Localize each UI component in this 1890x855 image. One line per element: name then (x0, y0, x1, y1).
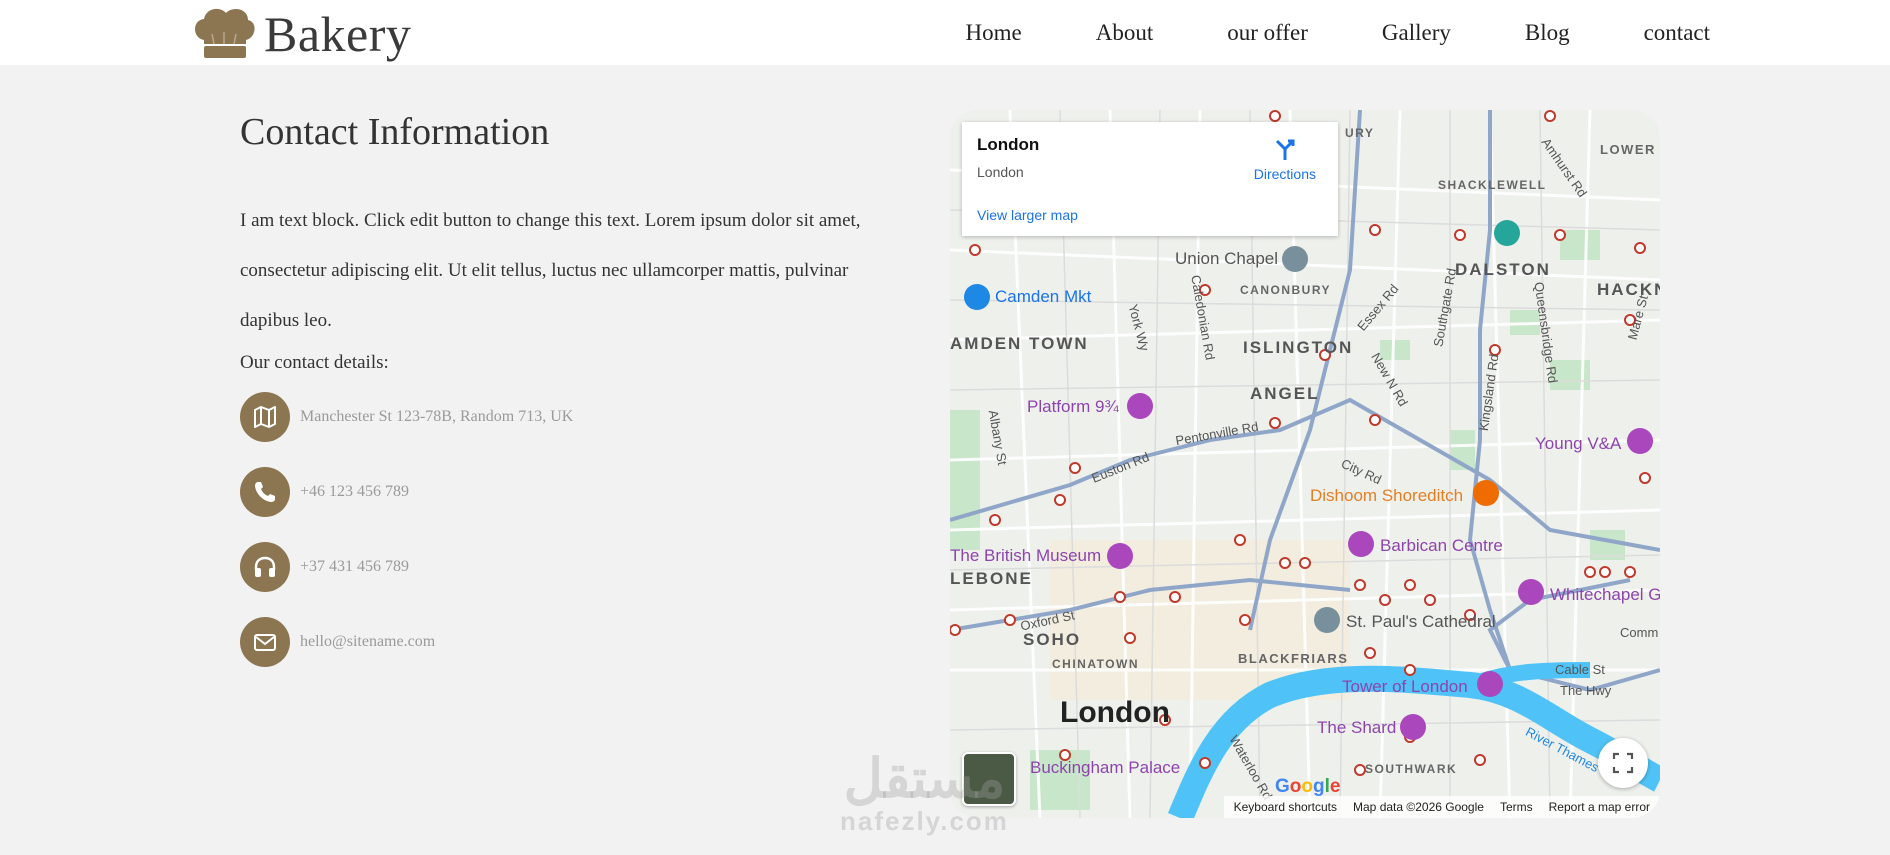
nav-contact[interactable]: contact (1644, 20, 1710, 46)
map-label-the-shard[interactable]: The Shard (1317, 718, 1396, 738)
main-nav: Home About our offer Gallery Blog contac… (965, 0, 1710, 65)
contact-phone-row: +46 123 456 789 (240, 466, 920, 517)
map-label-the-hwy: The Hwy (1560, 683, 1612, 698)
nav-about[interactable]: About (1096, 20, 1154, 46)
map-label-dalston: DALSTON (1455, 260, 1551, 279)
map-label-southwark: SOUTHWARK (1365, 762, 1458, 776)
map-fullscreen-button[interactable] (1598, 738, 1648, 788)
google-logo: Google (1275, 776, 1341, 797)
nav-home[interactable]: Home (965, 20, 1021, 46)
map-label-canonbury: CANONBURY (1240, 283, 1332, 297)
icon-circle (240, 466, 290, 517)
map-info-card: London London View larger map Directions (962, 122, 1338, 236)
contact-section: Contact Information I am text block. Cli… (240, 110, 920, 667)
map-label-soho: SOHO (1023, 630, 1082, 649)
map-label-tower-of-london[interactable]: Tower of London (1342, 677, 1468, 697)
contact-phone: +46 123 456 789 (300, 482, 410, 500)
brand-name: Bakery (264, 5, 412, 62)
map-label-barbican[interactable]: Barbican Centre (1380, 536, 1503, 556)
map-satellite-toggle[interactable] (962, 752, 1016, 806)
icon-circle (240, 541, 290, 592)
icon-circle (240, 616, 290, 667)
map-label-shacklewell: SHACKLEWELL (1438, 178, 1547, 192)
directions-label: Directions (1253, 166, 1316, 182)
map-place-title: London (977, 135, 1040, 154)
map-label-platform[interactable]: Platform 9¾ (1027, 397, 1119, 417)
map-label-chinatown: CHINATOWN (1052, 657, 1140, 671)
nav-blog[interactable]: Blog (1525, 20, 1570, 46)
site-header: Bakery Home About our offer Gallery Blog… (0, 0, 1890, 65)
map-label-islington: ISLINGTON (1243, 338, 1354, 357)
chef-hat-icon (195, 8, 255, 58)
map-label-whitechapel[interactable]: Whitechapel G (1550, 585, 1660, 605)
nav-gallery[interactable]: Gallery (1382, 20, 1451, 46)
map-label-angel: ANGEL (1250, 384, 1320, 403)
map-label-blackfriars: BLACKFRIARS (1238, 651, 1349, 666)
map-label-dishoom[interactable]: Dishoom Shoreditch (1310, 486, 1463, 506)
map-label-london: London (1060, 696, 1170, 729)
headphones-icon (254, 556, 276, 577)
view-larger-map-link[interactable]: View larger map (977, 207, 1078, 223)
terms-link[interactable]: Terms (1500, 800, 1533, 814)
directions-icon (1275, 139, 1295, 160)
map-label-british-museum[interactable]: The British Museum (950, 546, 1101, 566)
map-label-cable-st: Cable St (1555, 662, 1605, 677)
contact-details-list: Manchester St 123-78B, Random 713, UK +4… (240, 391, 920, 667)
map-place-subtitle: London (977, 164, 1024, 180)
map-label-marylebone: LEBONE (950, 569, 1033, 588)
nav-our-offer[interactable]: our offer (1227, 20, 1308, 46)
contact-support-row: +37 431 456 789 (240, 541, 920, 592)
icon-circle (240, 391, 290, 442)
contact-phone-2: +37 431 456 789 (300, 557, 410, 575)
envelope-icon (254, 633, 276, 651)
map-label-buckingham[interactable]: Buckingham Palace (1030, 758, 1180, 778)
keyboard-shortcuts-link[interactable]: Keyboard shortcuts (1234, 800, 1337, 814)
map-footer: Keyboard shortcuts Map data ©2026 Google… (1223, 796, 1660, 818)
contact-paragraph: I am text block. Click edit button to ch… (240, 209, 861, 331)
embedded-map[interactable]: Union Chapel Camden Mkt DALSTON HACKN AM… (950, 110, 1660, 818)
map-label-young-va[interactable]: Young V&A (1535, 434, 1621, 454)
fullscreen-icon (1612, 752, 1634, 774)
map-label-union-chapel[interactable]: Union Chapel (1175, 249, 1278, 269)
phone-icon (255, 481, 275, 502)
map-label-camden-town: AMDEN TOWN (950, 334, 1089, 353)
map-icon (254, 405, 276, 428)
map-label-camden-mkt[interactable]: Camden Mkt (995, 287, 1091, 307)
contact-email: hello@sitename.com (300, 632, 436, 650)
contact-address-row: Manchester St 123-78B, Random 713, UK (240, 391, 920, 442)
contact-heading: Contact Information (240, 111, 550, 153)
map-data-attribution: Map data ©2026 Google (1353, 800, 1484, 814)
map-label-lower-clapton: LOWER CLA (1600, 142, 1660, 157)
map-label-st-pauls[interactable]: St. Paul's Cathedral (1346, 612, 1496, 632)
map-label-commercial: Comm (1620, 625, 1659, 640)
contact-address: Manchester St 123-78B, Random 713, UK (300, 407, 574, 425)
brand-logo[interactable]: Bakery (190, 0, 411, 65)
contact-details-label: Our contact details: (240, 351, 389, 373)
directions-button[interactable]: Directions (1254, 136, 1316, 182)
contact-email-row: hello@sitename.com (240, 616, 920, 667)
report-error-link[interactable]: Report a map error (1549, 800, 1650, 814)
map-label-ury: URY (1345, 126, 1375, 140)
